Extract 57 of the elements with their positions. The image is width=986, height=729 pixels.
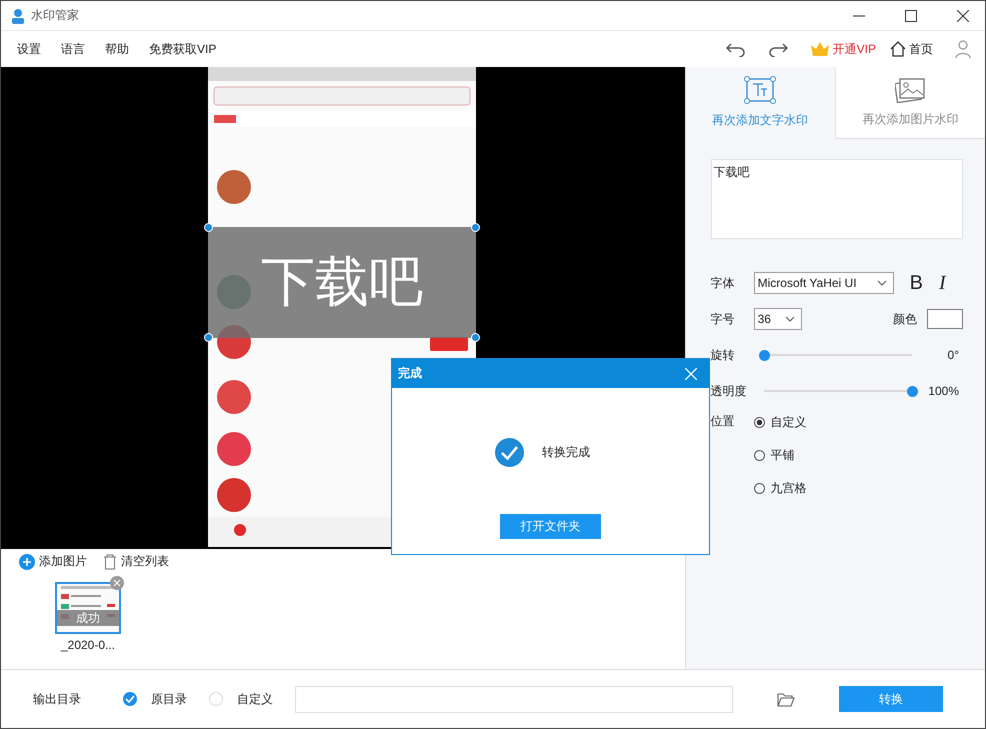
menu-item[interactable]: 设置 bbox=[17, 40, 41, 58]
size-label: 字号 bbox=[710, 310, 736, 328]
remove-icon[interactable] bbox=[110, 576, 124, 590]
maximize-icon[interactable] bbox=[905, 10, 917, 22]
menu-item[interactable]: 帮助 bbox=[105, 40, 129, 58]
slider-value: 0° bbox=[948, 348, 959, 362]
clear-list-button[interactable]: 清空列表 bbox=[103, 553, 169, 570]
color-swatch[interactable] bbox=[927, 309, 963, 329]
check-circle-icon bbox=[495, 438, 524, 467]
font-label: 字体 bbox=[710, 274, 736, 292]
home-button[interactable]: 首页 bbox=[890, 40, 933, 58]
output-radio[interactable]: 自定义 bbox=[209, 690, 273, 708]
watermark-tab[interactable]: 再次添加图片水印 bbox=[834, 67, 985, 139]
text-frame-icon bbox=[744, 76, 776, 104]
close-icon[interactable] bbox=[957, 10, 969, 22]
dialog-title: 完成 bbox=[398, 365, 422, 382]
chevron-down-icon bbox=[876, 280, 887, 286]
color-label: 颜色 bbox=[893, 310, 917, 328]
dialog-message: 转换完成 bbox=[542, 444, 590, 461]
plus-icon bbox=[19, 554, 35, 570]
user-icon bbox=[11, 8, 25, 24]
vip-button[interactable]: 开通VIP bbox=[810, 40, 876, 58]
menu-item[interactable]: 免费获取VIP bbox=[149, 40, 216, 58]
folder-icon[interactable] bbox=[777, 692, 795, 706]
slider-thumb[interactable] bbox=[758, 350, 770, 360]
font-dropdown[interactable]: Microsoft YaHei UI bbox=[754, 272, 894, 294]
trash-icon bbox=[103, 554, 117, 570]
italic-button[interactable]: I bbox=[938, 272, 946, 294]
watermark-text-field[interactable]: 下载吧 bbox=[710, 159, 963, 239]
watermark-text-box[interactable]: 下载吧 bbox=[208, 227, 476, 338]
user-icon[interactable] bbox=[955, 40, 971, 58]
window-title: 水印管家 bbox=[31, 7, 79, 24]
output-path-field[interactable] bbox=[295, 686, 733, 712]
file-name: _2020-0... bbox=[60, 638, 116, 652]
size-dropdown[interactable]: 36 bbox=[754, 308, 802, 330]
slider-value: 100% bbox=[928, 384, 959, 398]
undo-icon[interactable] bbox=[726, 41, 746, 57]
image-icon bbox=[895, 77, 926, 103]
redo-icon[interactable] bbox=[768, 41, 788, 57]
home-icon bbox=[890, 41, 906, 57]
resize-handle[interactable] bbox=[204, 223, 213, 232]
output-label: 输出目录 bbox=[33, 690, 81, 708]
menu-item[interactable]: 语言 bbox=[61, 40, 85, 58]
slider-thumb[interactable] bbox=[906, 386, 918, 396]
output-radio[interactable]: 原目录 bbox=[123, 690, 187, 708]
status-label: 成功 bbox=[57, 610, 119, 626]
position-radio[interactable]: 平铺 bbox=[754, 447, 807, 464]
crown-icon bbox=[810, 41, 830, 57]
position-radio[interactable]: 自定义 bbox=[754, 414, 807, 431]
resize-handle[interactable] bbox=[204, 333, 213, 342]
position-label: 位置 bbox=[710, 413, 736, 430]
slider-label: 透明度 bbox=[710, 382, 748, 400]
chevron-down-icon bbox=[784, 316, 795, 322]
slider-label: 旋转 bbox=[710, 346, 736, 364]
bold-button[interactable]: B bbox=[910, 272, 923, 294]
add-image-button[interactable]: 添加图片 bbox=[19, 553, 87, 570]
position-radio[interactable]: 九宫格 bbox=[754, 480, 807, 497]
